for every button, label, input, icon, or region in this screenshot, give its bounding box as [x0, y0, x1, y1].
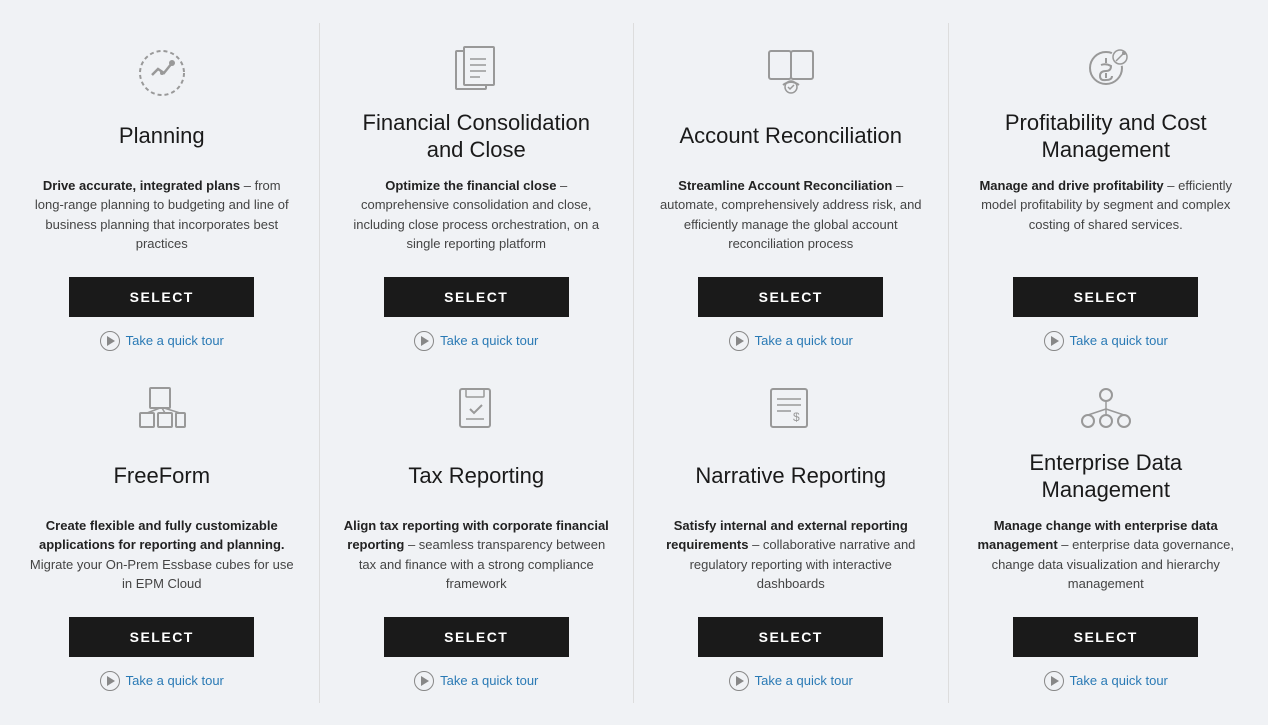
play-circle-icon-tax-reporting	[414, 671, 434, 691]
quick-tour-label-profitability: Take a quick tour	[1070, 333, 1168, 348]
play-circle-icon-financial-consolidation	[414, 331, 434, 351]
card-planning: Planning Drive accurate, integrated plan…	[5, 23, 320, 363]
quick-tour-link-enterprise-data[interactable]: Take a quick tour	[1044, 671, 1168, 691]
card-title-freeform: FreeForm	[113, 449, 210, 504]
select-button-profitability[interactable]: SELECT	[1013, 277, 1198, 317]
card-enterprise-data: Enterprise Data Management Manage change…	[949, 363, 1264, 703]
card-title-planning: Planning	[119, 109, 205, 164]
card-financial-consolidation: Financial Consolidation and Close Optimi…	[320, 23, 635, 363]
quick-tour-link-financial-consolidation[interactable]: Take a quick tour	[414, 331, 538, 351]
profitability-icon	[1071, 41, 1141, 101]
quick-tour-label-narrative-reporting: Take a quick tour	[755, 673, 853, 688]
quick-tour-link-freeform[interactable]: Take a quick tour	[100, 671, 224, 691]
quick-tour-label-freeform: Take a quick tour	[126, 673, 224, 688]
card-title-tax-reporting: Tax Reporting	[408, 449, 544, 504]
card-freeform: FreeForm Create flexible and fully custo…	[5, 363, 320, 703]
card-desc-financial-consolidation: Optimize the financial close – comprehen…	[342, 176, 612, 261]
play-triangle-icon-planning	[107, 336, 115, 346]
enterprise-icon	[1071, 381, 1141, 441]
card-account-reconciliation: Account Reconciliation Streamline Accoun…	[634, 23, 949, 363]
quick-tour-label-account-reconciliation: Take a quick tour	[755, 333, 853, 348]
card-desc-enterprise-data: Manage change with enterprise data manag…	[971, 516, 1242, 601]
card-desc-narrative-reporting: Satisfy internal and external reporting …	[656, 516, 926, 601]
select-button-planning[interactable]: SELECT	[69, 277, 254, 317]
select-button-narrative-reporting[interactable]: SELECT	[698, 617, 883, 657]
narrative-icon: $	[756, 381, 826, 441]
play-circle-icon-profitability	[1044, 331, 1064, 351]
svg-text:$: $	[793, 410, 800, 424]
card-desc-account-reconciliation: Streamline Account Reconciliation – auto…	[656, 176, 926, 261]
card-desc-planning: Drive accurate, integrated plans – from …	[27, 176, 297, 261]
quick-tour-link-narrative-reporting[interactable]: Take a quick tour	[729, 671, 853, 691]
quick-tour-label-financial-consolidation: Take a quick tour	[440, 333, 538, 348]
select-button-freeform[interactable]: SELECT	[69, 617, 254, 657]
card-title-profitability: Profitability and Cost Management	[971, 109, 1242, 164]
play-triangle-icon-account-reconciliation	[736, 336, 744, 346]
financial-icon	[441, 41, 511, 101]
quick-tour-link-planning[interactable]: Take a quick tour	[100, 331, 224, 351]
card-title-account-reconciliation: Account Reconciliation	[679, 109, 902, 164]
card-desc-profitability: Manage and drive profitability – efficie…	[971, 176, 1242, 261]
card-desc-tax-reporting: Align tax reporting with corporate finan…	[342, 516, 612, 601]
planning-icon	[127, 41, 197, 101]
product-grid: Planning Drive accurate, integrated plan…	[0, 13, 1268, 713]
card-title-enterprise-data: Enterprise Data Management	[971, 449, 1242, 504]
play-circle-icon-planning	[100, 331, 120, 351]
card-profitability: Profitability and Cost Management Manage…	[949, 23, 1264, 363]
quick-tour-label-tax-reporting: Take a quick tour	[440, 673, 538, 688]
play-triangle-icon-enterprise-data	[1051, 676, 1059, 686]
tax-icon	[441, 381, 511, 441]
select-button-account-reconciliation[interactable]: SELECT	[698, 277, 883, 317]
quick-tour-label-enterprise-data: Take a quick tour	[1070, 673, 1168, 688]
play-circle-icon-narrative-reporting	[729, 671, 749, 691]
card-title-financial-consolidation: Financial Consolidation and Close	[342, 109, 612, 164]
card-narrative-reporting: $ Narrative Reporting Satisfy internal a…	[634, 363, 949, 703]
card-tax-reporting: Tax Reporting Align tax reporting with c…	[320, 363, 635, 703]
select-button-tax-reporting[interactable]: SELECT	[384, 617, 569, 657]
play-circle-icon-freeform	[100, 671, 120, 691]
quick-tour-label-planning: Take a quick tour	[126, 333, 224, 348]
play-triangle-icon-financial-consolidation	[421, 336, 429, 346]
select-button-financial-consolidation[interactable]: SELECT	[384, 277, 569, 317]
card-title-narrative-reporting: Narrative Reporting	[695, 449, 886, 504]
quick-tour-link-account-reconciliation[interactable]: Take a quick tour	[729, 331, 853, 351]
freeform-icon	[127, 381, 197, 441]
play-triangle-icon-narrative-reporting	[736, 676, 744, 686]
card-desc-freeform: Create flexible and fully customizable a…	[27, 516, 297, 601]
play-circle-icon-account-reconciliation	[729, 331, 749, 351]
quick-tour-link-tax-reporting[interactable]: Take a quick tour	[414, 671, 538, 691]
play-triangle-icon-profitability	[1051, 336, 1059, 346]
play-triangle-icon-freeform	[107, 676, 115, 686]
select-button-enterprise-data[interactable]: SELECT	[1013, 617, 1198, 657]
play-circle-icon-enterprise-data	[1044, 671, 1064, 691]
reconciliation-icon	[756, 41, 826, 101]
quick-tour-link-profitability[interactable]: Take a quick tour	[1044, 331, 1168, 351]
play-triangle-icon-tax-reporting	[421, 676, 429, 686]
